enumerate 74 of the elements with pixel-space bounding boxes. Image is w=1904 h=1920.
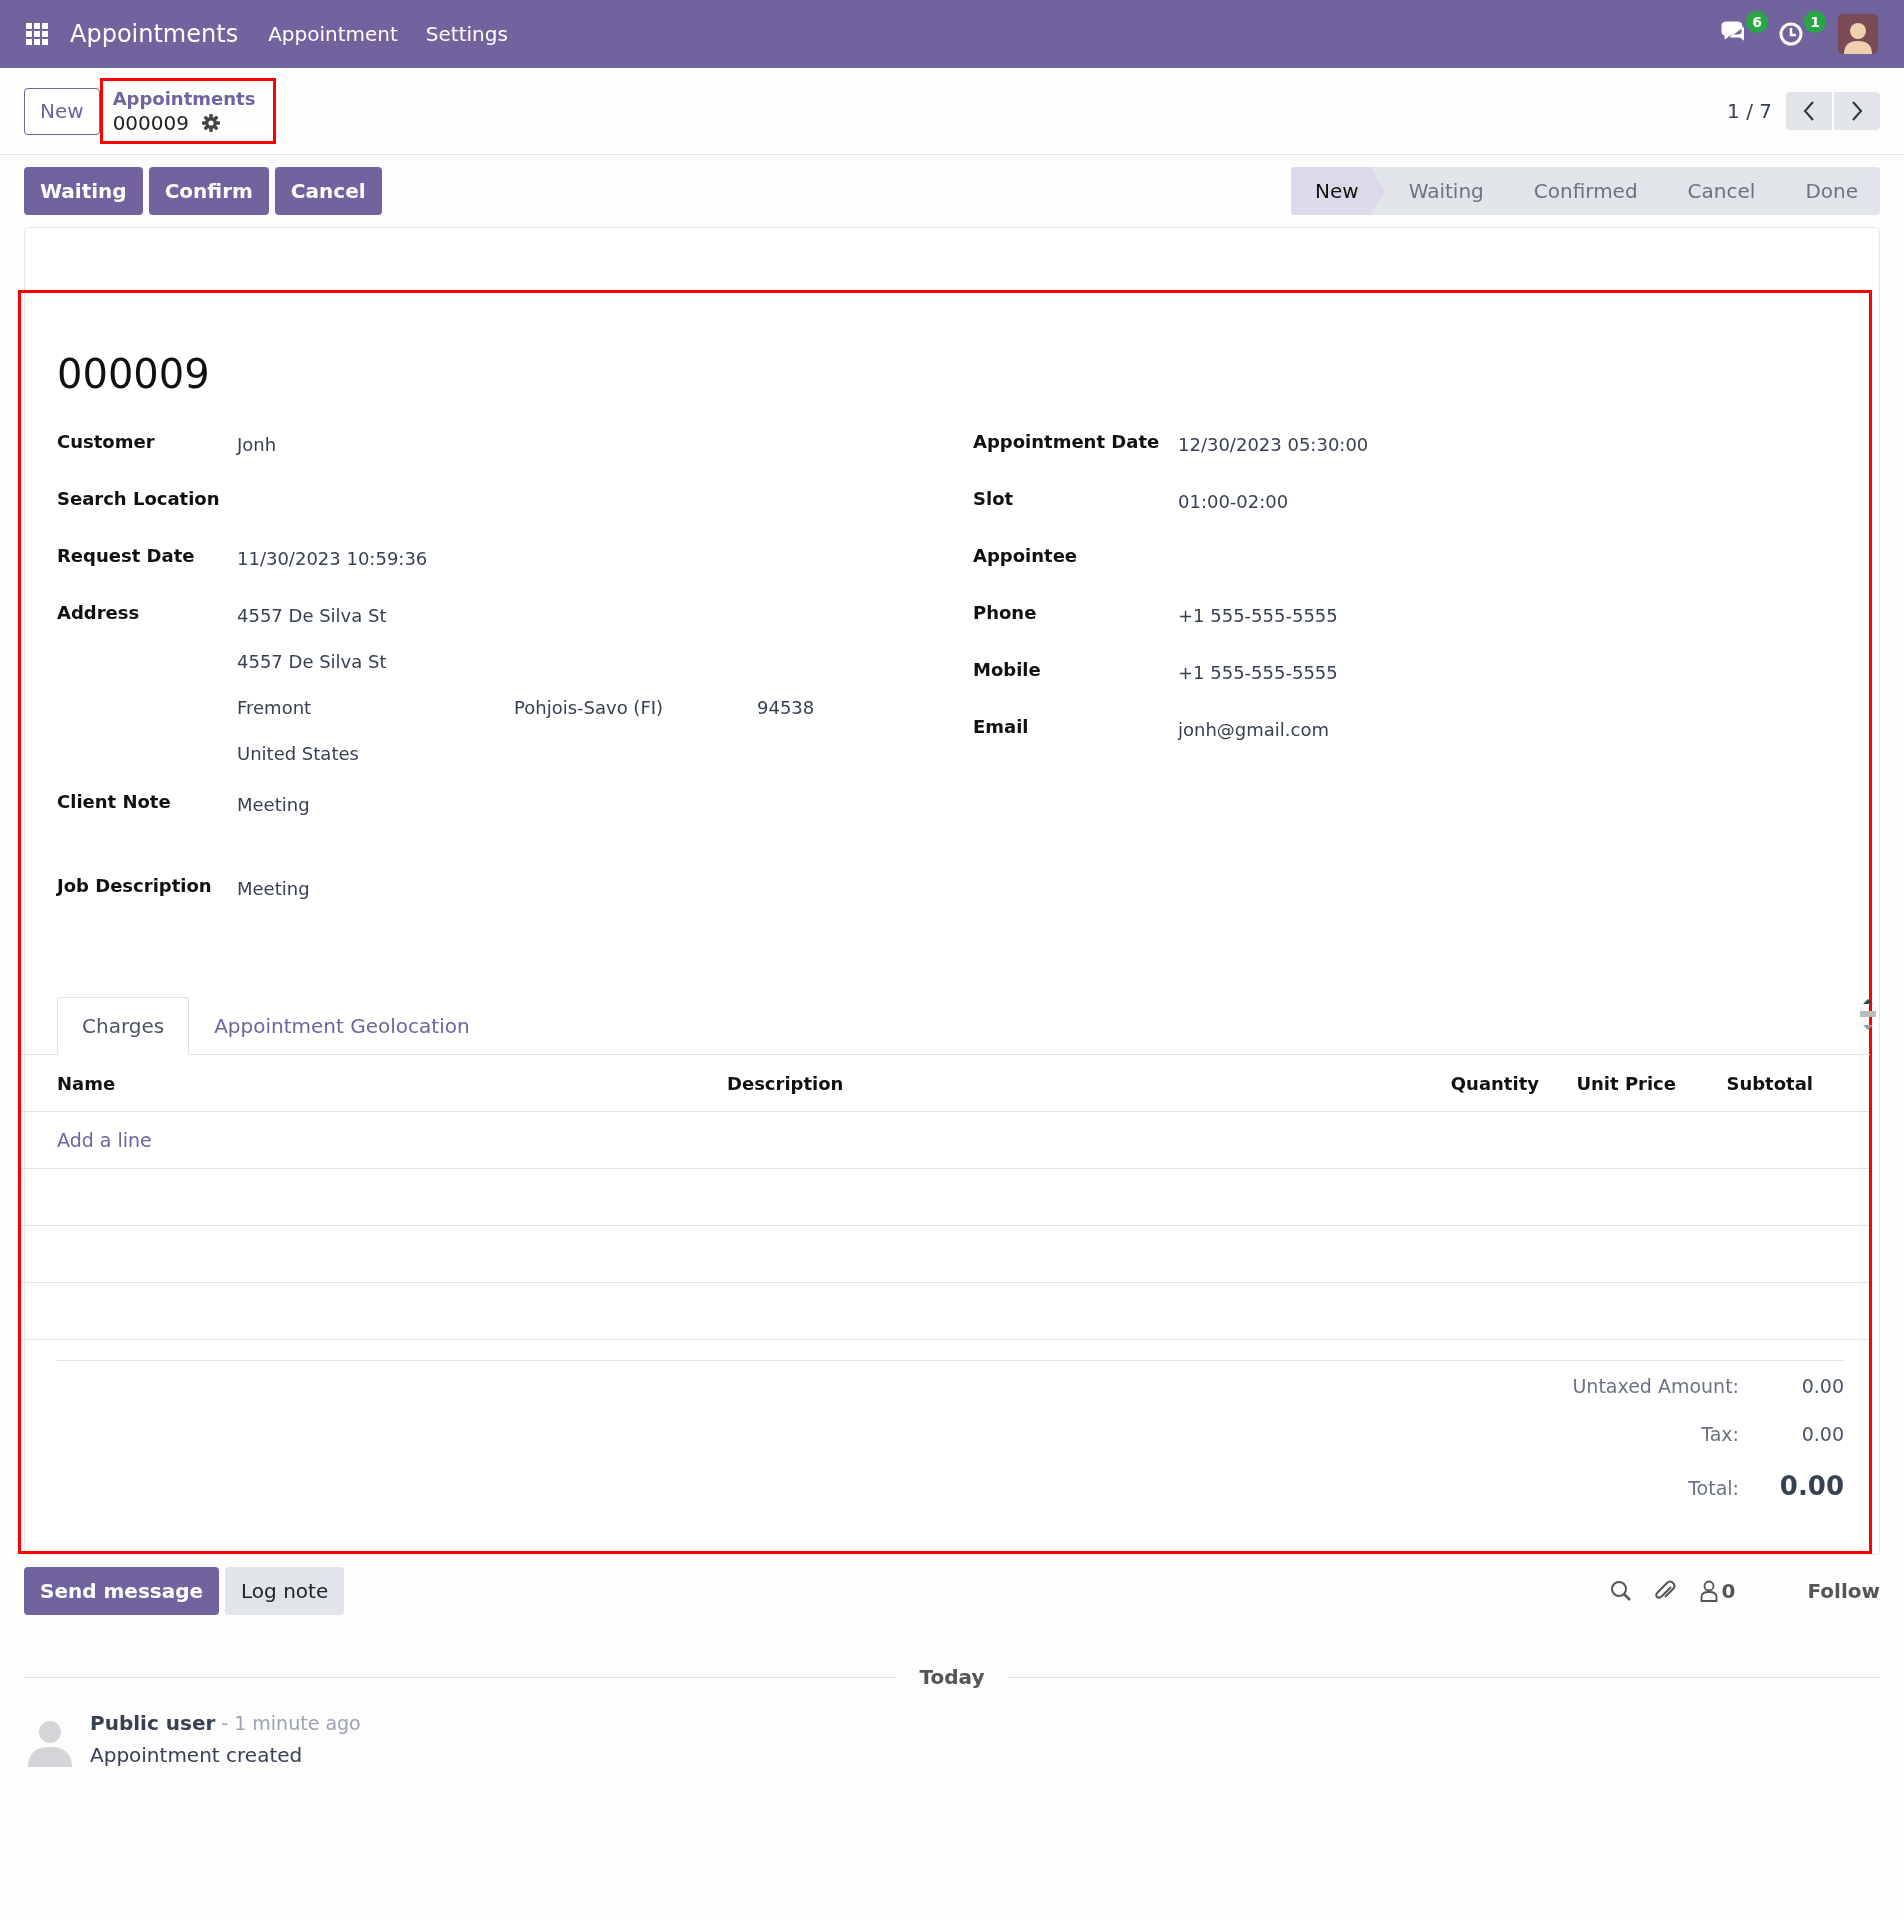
field-value: United States	[237, 743, 360, 766]
apps-menu-icon[interactable]	[26, 23, 48, 45]
record-name: 000009	[112, 111, 189, 135]
status-stage[interactable]: New	[1291, 167, 1385, 215]
field-label: Search Location	[57, 487, 221, 509]
tab[interactable]: Appointment Geolocation	[189, 997, 495, 1055]
field-label: Customer	[57, 430, 156, 452]
field-value: 94538	[757, 697, 816, 720]
field-value: 12/30/2023 05:30:00	[1178, 434, 1369, 455]
breadcrumb-link[interactable]: Appointments	[112, 88, 256, 109]
search-icon[interactable]	[1609, 1580, 1632, 1602]
count-badge: 1	[1804, 11, 1826, 33]
record-title: 000009	[57, 351, 211, 397]
column-header[interactable]: Quantity	[1389, 1072, 1539, 1094]
app-name[interactable]: Appointments	[70, 20, 239, 48]
chatter-button[interactable]: Send message	[24, 1567, 220, 1615]
field-value: jonh@gmail.com	[1178, 719, 1329, 740]
action-button[interactable]: Cancel	[274, 167, 382, 215]
field-value: 11/30/2023 10:59:36	[237, 548, 428, 569]
field-value: Jonh	[237, 434, 277, 455]
field-value: +1 555-555-5555	[1178, 605, 1338, 626]
previous-button[interactable]	[1786, 92, 1832, 130]
action-button[interactable]: Confirm	[148, 167, 269, 215]
field-value: Fremont	[237, 697, 313, 720]
chevron-right-icon	[1850, 100, 1864, 122]
followers-button[interactable]: 0	[1699, 1579, 1736, 1603]
total-label: Total:	[1688, 1477, 1739, 1499]
total-value: 0.00	[1778, 1471, 1844, 1501]
person-icon	[1699, 1580, 1718, 1602]
add-line-link[interactable]: Add a line	[57, 1129, 1389, 1151]
new-button[interactable]: New	[24, 87, 100, 135]
gear-icon[interactable]	[201, 113, 221, 133]
message-body: Appointment created	[90, 1743, 304, 1767]
count-badge: 6	[1746, 11, 1768, 33]
field-value: 01:00-02:00	[1178, 491, 1289, 512]
column-header[interactable]: Description	[727, 1072, 1389, 1094]
clock-icon[interactable]	[1778, 21, 1804, 47]
field-value: Meeting	[237, 794, 310, 815]
field-label: Address	[57, 601, 141, 623]
pager-value: 1 / 7	[1727, 99, 1772, 123]
field-label: Appointee	[973, 544, 1079, 566]
field-value: Meeting	[237, 878, 310, 899]
field-label: Request Date	[57, 544, 196, 566]
chevron-left-icon	[1802, 100, 1816, 122]
field-label: Appointment Date	[973, 430, 1161, 452]
field-label: Slot	[973, 487, 1015, 509]
menu-item[interactable]: Settings	[425, 22, 508, 46]
message-time: - 1 minute ago	[221, 1712, 361, 1734]
total-label: Untaxed Amount:	[1572, 1375, 1739, 1397]
field-label: Client Note	[57, 790, 172, 812]
field-label: Phone	[973, 601, 1038, 623]
chatter-button[interactable]: Log note	[225, 1567, 345, 1615]
total-label: Tax:	[1701, 1423, 1739, 1445]
field-label: Email	[973, 715, 1030, 737]
tab[interactable]: Charges	[57, 997, 190, 1055]
field-value: 4557 De Silva St	[237, 605, 388, 628]
next-button[interactable]	[1834, 92, 1880, 130]
field-value: 4557 De Silva St	[237, 651, 388, 674]
column-header[interactable]: Unit Price	[1539, 1072, 1676, 1094]
field-value: +1 555-555-5555	[1178, 662, 1338, 683]
action-button[interactable]: Waiting	[24, 167, 143, 215]
follow-button[interactable]: Follow	[1807, 1579, 1880, 1603]
avatar[interactable]	[1838, 14, 1878, 54]
field-value: Pohjois-Savo (FI)	[514, 697, 665, 720]
field-label: Mobile	[973, 658, 1042, 680]
field-label: Job Description	[57, 874, 213, 896]
total-value: 0.00	[1800, 1423, 1844, 1445]
date-divider: Today	[919, 1665, 985, 1689]
scroll-arrows-icon	[1860, 997, 1876, 1033]
message-author: Public user	[90, 1711, 216, 1735]
total-value: 0.00	[1800, 1375, 1844, 1397]
column-header[interactable]: Name	[57, 1072, 727, 1094]
column-header[interactable]: Subtotal	[1676, 1072, 1813, 1094]
menu-item[interactable]: Appointment	[268, 22, 398, 46]
